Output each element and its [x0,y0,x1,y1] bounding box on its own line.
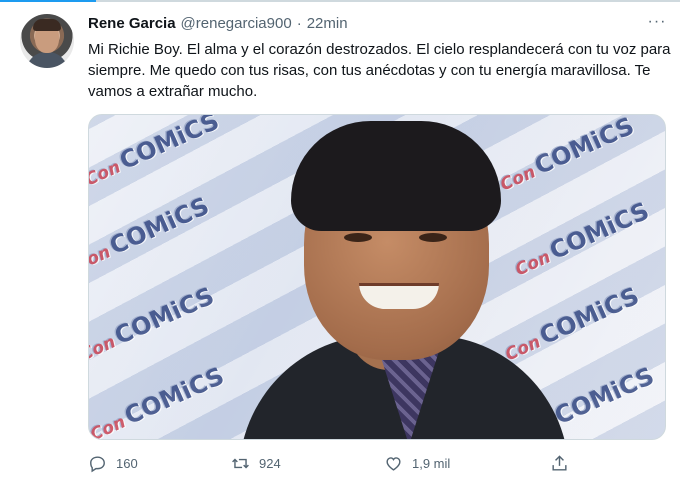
backdrop-logo: ConCOMiCS [88,281,219,366]
subject-eye [344,233,372,242]
reply-button[interactable]: 160 [88,450,138,476]
tweet[interactable]: Rene Garcia @renegarcia900 · 22min ··· M… [0,0,680,481]
like-count: 1,9 mil [412,455,451,471]
avatar[interactable] [20,14,74,68]
share-button[interactable] [550,450,569,476]
timestamp[interactable]: 22min [307,15,348,32]
reply-icon [90,455,105,472]
avatar-shirt [26,52,68,68]
author-handle[interactable]: @renegarcia900 [181,15,292,32]
retweet-icon [232,458,249,468]
like-icon [386,456,401,471]
header-separator: · [296,15,302,32]
author-name[interactable]: Rene Garcia [88,15,176,32]
more-icon[interactable]: ··· [646,14,668,35]
backdrop-logo: ConCOMiCS [88,191,214,276]
retweet-count: 924 [259,455,281,471]
reply-count: 160 [116,455,138,471]
backdrop-logo: ConCOMiCS [88,361,229,440]
tweet-actions: 160 924 1,9 mil [88,450,666,476]
retweet-button[interactable]: 924 [231,450,281,476]
share-icon [552,454,567,471]
tweet-text: Mi Richie Boy. El alma y el corazón dest… [88,41,671,100]
like-button[interactable]: 1,9 mil [384,450,450,476]
photo-subject [209,115,589,439]
subject-eye [419,233,447,242]
subject-hair [291,121,501,231]
tweet-header: Rene Garcia @renegarcia900 · 22min [88,15,348,35]
backdrop-logo: ConCOMiCS [88,114,224,191]
tweet-photo[interactable]: ConCOMiCS ConCOMiCS ConCOMiCS ConCOMiCS … [88,114,666,440]
avatar-hair [33,19,61,31]
